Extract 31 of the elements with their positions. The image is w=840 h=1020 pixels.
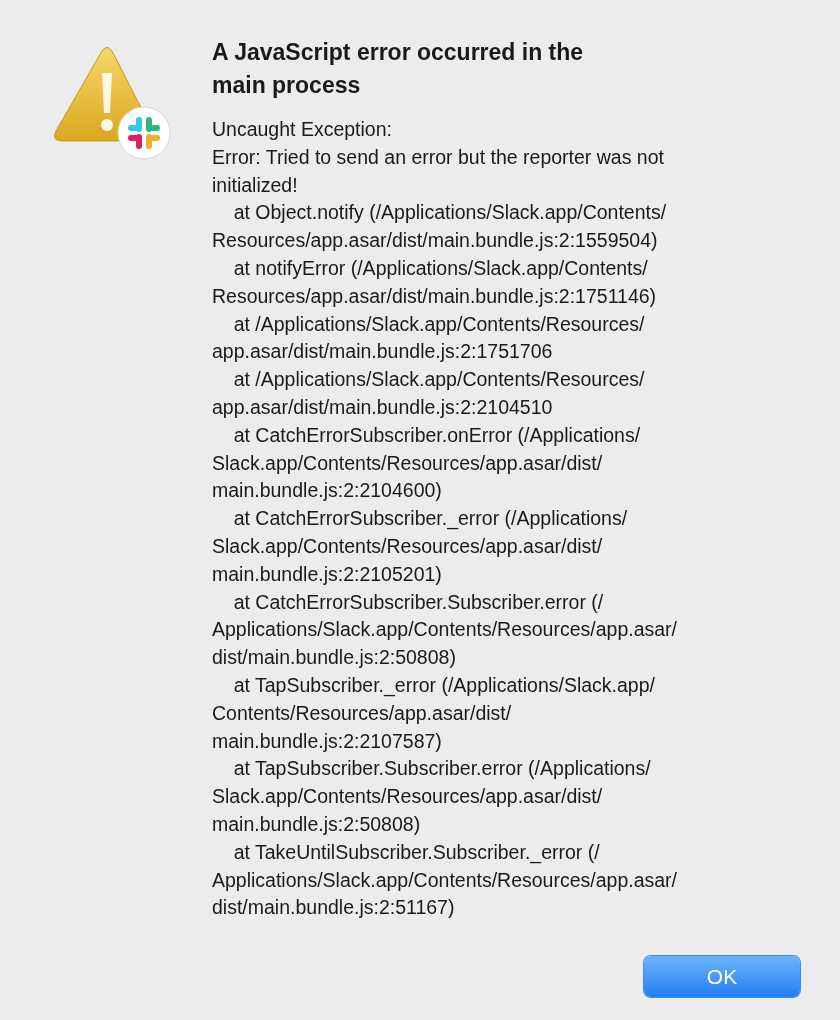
ok-button[interactable]: OK bbox=[644, 956, 800, 998]
message-line: Resources/app.asar/dist/main.bundle.js:2:1559504) bbox=[212, 228, 658, 254]
message-line: Applications/Slack.app/Contents/Resources/app.asar/ bbox=[212, 867, 677, 893]
dialog-title: A JavaScript error occurred in the main process bbox=[212, 38, 584, 100]
message-line: main.bundle.js:2:50808) bbox=[212, 811, 421, 837]
message-line: app.asar/dist/main.bundle.js:2:1751706 bbox=[212, 339, 553, 365]
message-line: main.bundle.js:2:2104600) bbox=[212, 478, 442, 504]
message-line: at TapSubscriber.Subscriber.error (/Applications/ bbox=[232, 756, 651, 782]
message-line: at TapSubscriber._error (/Applications/Slack.app/ bbox=[232, 672, 655, 699]
message-line: at Object.notify (/Applications/Slack.app/Contents/ bbox=[232, 200, 667, 226]
message-line: dist/main.bundle.js:2:50808) bbox=[212, 645, 456, 671]
message-line: at notifyError (/Applications/Slack.app/Contents/ bbox=[232, 256, 648, 281]
message-line: at /Applications/Slack.app/Contents/Resources/ bbox=[232, 367, 645, 393]
message-line: app.asar/dist/main.bundle.js:2:2104510 bbox=[212, 394, 553, 420]
message-line: at CatchErrorSubscriber._error (/Applications/ bbox=[232, 506, 628, 532]
message-line: at CatchErrorSubscriber.Subscriber.error (/ bbox=[232, 589, 604, 615]
message-line: main.bundle.js:2:2107587) bbox=[212, 728, 442, 754]
message-line: at /Applications/Slack.app/Contents/Resources/ bbox=[232, 311, 645, 337]
message-line: Slack.app/Contents/Resources/app.asar/dist/ bbox=[212, 450, 603, 476]
message-line: at CatchErrorSubscriber.onError (/Applications/ bbox=[232, 422, 641, 448]
message-line: at TakeUntilSubscriber.Subscriber._error (/ bbox=[232, 839, 600, 866]
message-line: Error: Tried to send an error but the reporter was not bbox=[212, 144, 664, 170]
message-line: Uncaught Exception: bbox=[212, 117, 392, 142]
message-line: initialized! bbox=[212, 172, 298, 198]
message-line: Slack.app/Contents/Resources/app.asar/dist/ bbox=[212, 533, 603, 559]
message-line: Applications/Slack.app/Contents/Resources/app.asar/ bbox=[212, 617, 677, 643]
message-line: Resources/app.asar/dist/main.bundle.js:2:1751146) bbox=[212, 283, 657, 309]
message-line: Slack.app/Contents/Resources/app.asar/dist/ bbox=[212, 784, 603, 810]
message-line: dist/main.bundle.js:2:51167) bbox=[212, 895, 455, 921]
message-line: Contents/Resources/app.asar/dist/ bbox=[212, 700, 512, 726]
message-line: main.bundle.js:2:2105201) bbox=[212, 561, 442, 587]
